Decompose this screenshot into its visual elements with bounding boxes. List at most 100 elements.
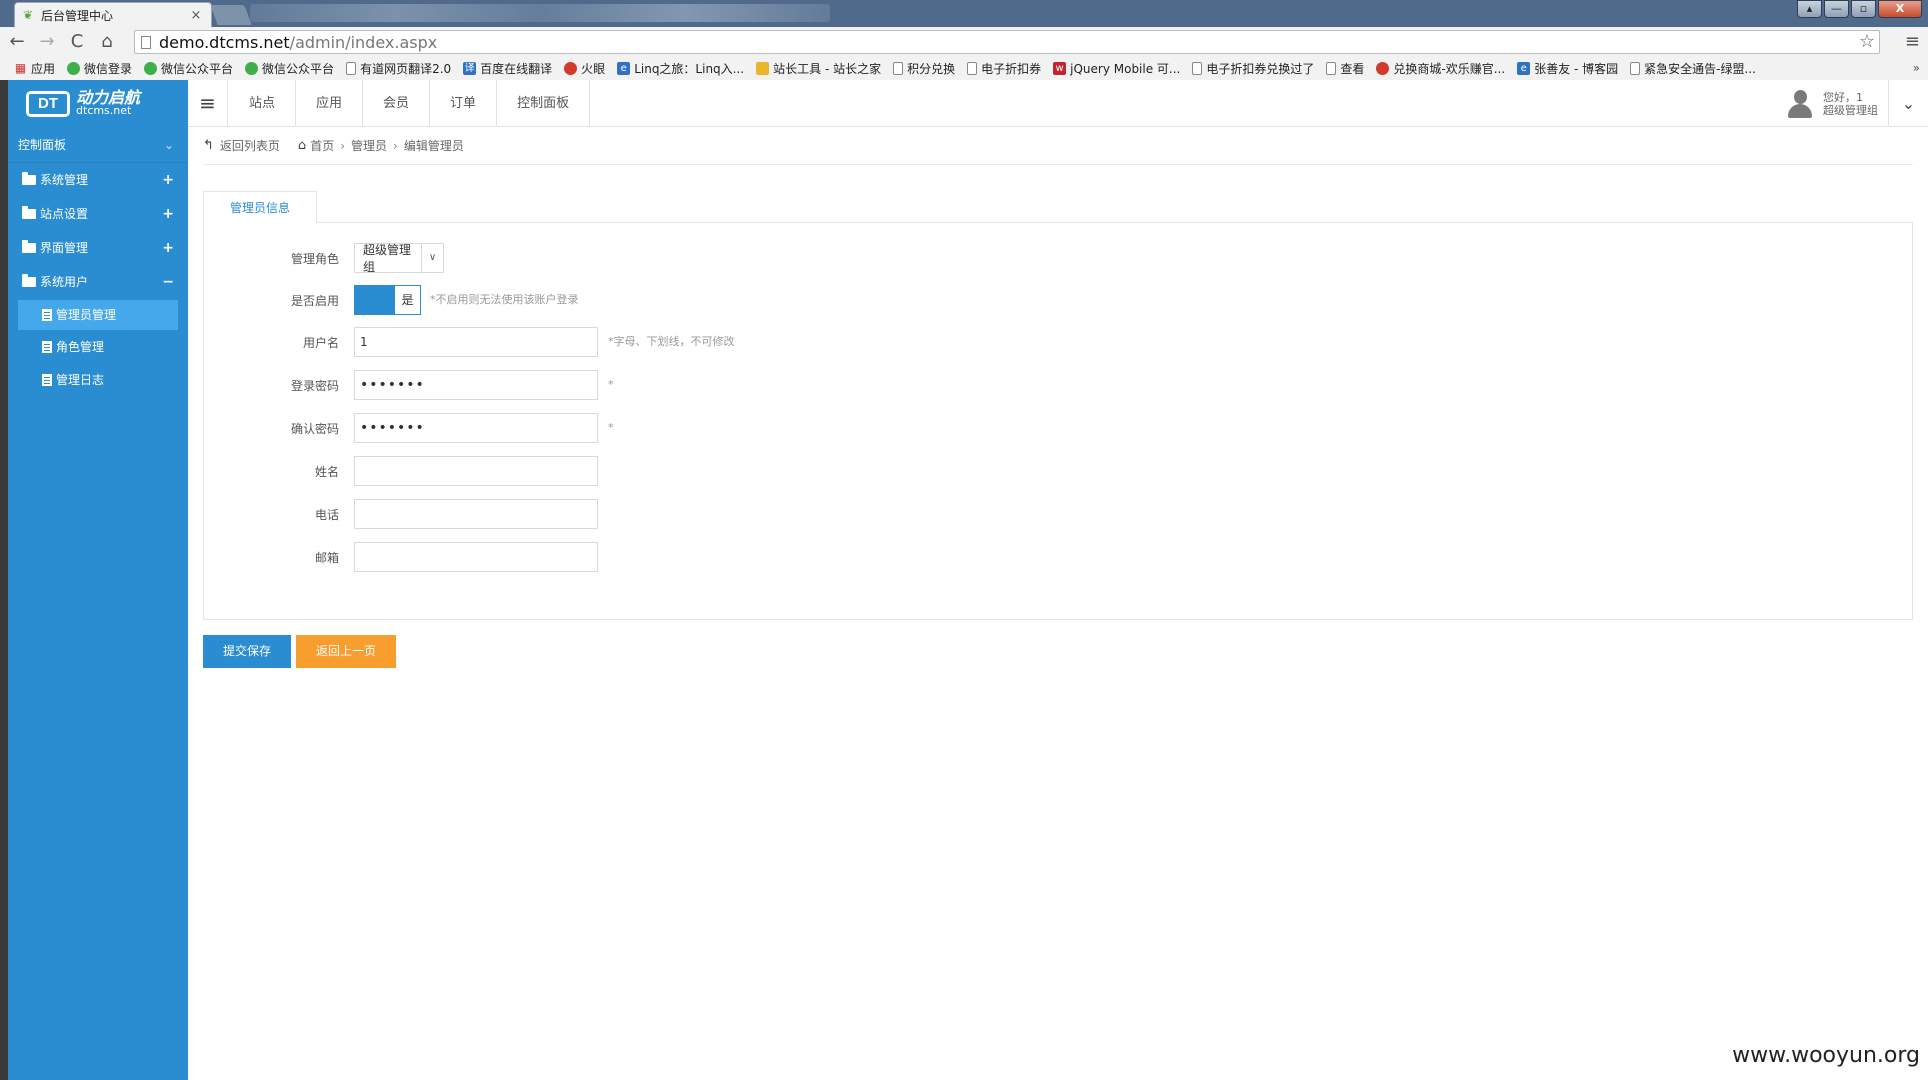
sidebar-group-users[interactable]: 系统用户 − xyxy=(8,265,188,299)
folder-icon xyxy=(22,172,36,185)
password-field[interactable]: ••••••• xyxy=(354,370,598,400)
bookmark-item[interactable]: e Linq之旅：Linq入... xyxy=(617,60,744,77)
bookmark-label: 电子折扣券兑换过了 xyxy=(1206,62,1315,76)
home-icon[interactable]: ⌂ xyxy=(94,29,120,55)
bookmark-item[interactable]: 微信公众平台 xyxy=(144,60,233,77)
confirm-password-tip: * xyxy=(608,421,614,434)
sidebar-group-interface[interactable]: 界面管理 + xyxy=(8,231,188,265)
bookmark-item[interactable]: 有道网页翻译2.0 xyxy=(346,60,451,77)
sidebar-item-role-manage[interactable]: 角色管理 xyxy=(8,331,188,363)
logo-en: dtcms.net xyxy=(76,103,132,117)
bookmark-item[interactable]: 微信公众平台 xyxy=(245,60,334,77)
sidebar-group-label: 站点设置 xyxy=(40,207,89,221)
top-nav: 站点 应用 会员 订单 控制面板 xyxy=(229,80,591,127)
role-select[interactable]: 超级管理组 ∨ xyxy=(354,243,444,274)
submit-button[interactable]: 提交保存 xyxy=(203,635,291,668)
bookmark-item[interactable]: 积分兑换 xyxy=(893,60,955,77)
sidebar-item-admin-manage[interactable]: 管理员管理 xyxy=(18,300,178,330)
email-field[interactable] xyxy=(354,542,598,572)
bookmark-item[interactable]: 站长工具 - 站长之家 xyxy=(756,60,881,77)
address-bar[interactable]: demo.dtcms.net/admin/index.aspx ☆ xyxy=(134,30,1880,54)
confirm-password-label: 确认密码 xyxy=(290,422,339,436)
bookmark-item[interactable]: 火眼 xyxy=(564,60,605,77)
close-tab-icon[interactable]: × xyxy=(189,8,203,23)
bookmarks-bar: ▦ 应用 微信登录 微信公众平台 微信公众平台 有道网页翻译2.0 译百度在线翻译… xyxy=(0,57,1928,80)
hamburger-menu-icon[interactable]: ≡ xyxy=(188,80,228,127)
bookmark-label: 火眼 xyxy=(581,62,606,76)
logo[interactable]: DT 动力启航 dtcms.net xyxy=(8,80,188,127)
window-up-button[interactable]: ▴ xyxy=(1797,0,1822,18)
new-tab-button[interactable] xyxy=(210,5,252,25)
apps-grid-icon: ▦ xyxy=(14,61,27,75)
sidebar-group-site[interactable]: 站点设置 + xyxy=(8,197,188,231)
bookmark-item[interactable]: 电子折扣券兑换过了 xyxy=(1192,60,1314,77)
bookmark-item[interactable]: 译百度在线翻译 xyxy=(463,60,552,77)
minimize-button[interactable]: — xyxy=(1824,0,1849,18)
form-actions: 提交保存 返回上一页 xyxy=(203,635,401,668)
back-button[interactable]: 返回上一页 xyxy=(296,635,396,668)
logo-cn: 动力启航 xyxy=(76,87,141,107)
breadcrumb-separator: › xyxy=(393,138,398,153)
top-nav-apps[interactable]: 应用 xyxy=(296,80,364,127)
bookmark-item[interactable]: 紧急安全通告-绿盟... xyxy=(1630,60,1756,77)
chevron-down-icon: ∨ xyxy=(421,244,443,272)
user-role: 超级管理组 xyxy=(1823,104,1878,117)
form-row-enabled: 是否启用 是 *不启用则无法使用该账户登录 xyxy=(204,285,1904,317)
top-nav-control-panel[interactable]: 控制面板 xyxy=(497,80,591,127)
page-icon xyxy=(1630,62,1641,75)
form-row-email: 邮箱 xyxy=(204,542,1904,574)
bookmark-item[interactable]: 兑换商城-欢乐赚官... xyxy=(1376,60,1505,77)
bookmark-label: 应用 xyxy=(31,62,56,76)
form-row-realname: 姓名 xyxy=(204,456,1904,488)
bookmark-item[interactable]: 电子折扣券 xyxy=(967,60,1041,77)
window-close-button[interactable]: X xyxy=(1878,0,1922,18)
toggle-label: 是 xyxy=(395,286,420,314)
bookmark-label: 有道网页翻译2.0 xyxy=(360,62,452,76)
breadcrumb-admin[interactable]: 管理员 xyxy=(351,137,387,154)
reload-icon[interactable]: C xyxy=(64,29,90,55)
phone-field[interactable] xyxy=(354,499,598,529)
realname-field[interactable] xyxy=(354,456,598,486)
bookmark-item[interactable]: 微信登录 xyxy=(67,60,132,77)
maximize-button[interactable]: ▫ xyxy=(1851,0,1876,18)
user-avatar-icon xyxy=(1787,90,1813,118)
username-field[interactable]: 1 xyxy=(354,327,598,357)
user-info[interactable]: 您好，1 超级管理组 xyxy=(1787,90,1878,118)
breadcrumb-home[interactable]: 首页 xyxy=(310,137,334,154)
bookmark-item[interactable]: e 张善友 - 博客园 xyxy=(1517,60,1618,77)
expand-icon: + xyxy=(162,206,174,222)
bookmark-apps[interactable]: ▦ 应用 xyxy=(14,60,55,77)
sidebar-item-admin-log[interactable]: 管理日志 xyxy=(8,364,188,396)
admin-form: 管理角色 超级管理组 ∨ 是否启用 是 *不启用则无法使用该账户登录 用户名 1… xyxy=(203,223,1913,620)
browser-tab-active[interactable]: ❦ 后台管理中心 × xyxy=(14,2,212,27)
forward-arrow-icon[interactable]: → xyxy=(34,29,60,55)
bookmark-star-icon[interactable]: ☆ xyxy=(1859,31,1875,53)
top-nav-site[interactable]: 站点 xyxy=(229,80,297,127)
bookmark-label: 积分兑换 xyxy=(907,62,956,76)
enabled-toggle[interactable]: 是 xyxy=(354,285,421,315)
top-nav-orders[interactable]: 订单 xyxy=(430,80,498,127)
chevron-down-icon[interactable]: ⌄ xyxy=(1888,80,1928,127)
browser-menu-icon[interactable]: ≡ xyxy=(1905,30,1920,54)
return-arrow-icon[interactable]: ↰ xyxy=(203,138,214,153)
tab-admin-info[interactable]: 管理员信息 xyxy=(203,191,318,224)
enabled-label: 是否启用 xyxy=(290,294,339,308)
top-nav-members[interactable]: 会员 xyxy=(363,80,431,127)
document-icon xyxy=(42,309,52,321)
role-select-value: 超级管理组 xyxy=(363,243,412,274)
form-row-password: 登录密码 ••••••• * xyxy=(204,370,1904,402)
confirm-password-field[interactable]: ••••••• xyxy=(354,413,598,443)
bookmark-label: 查看 xyxy=(1340,62,1365,76)
bookmark-item[interactable]: w jQuery Mobile 可... xyxy=(1053,60,1180,77)
collapse-icon: − xyxy=(162,274,174,290)
user-greeting: 您好，1 xyxy=(1823,91,1863,104)
sidebar-group-system[interactable]: 系统管理 + xyxy=(8,163,188,197)
bookmark-item[interactable]: 查看 xyxy=(1326,60,1364,77)
back-arrow-icon[interactable]: ← xyxy=(4,29,30,55)
fire-eye-icon xyxy=(564,62,578,75)
main-content: ↰ 返回列表页 ⌂ 首页 › 管理员 › 编辑管理员 管理员信息 管理角色 超级… xyxy=(188,127,1928,1080)
bookmarks-overflow-icon[interactable]: » xyxy=(1913,57,1920,80)
breadcrumb-back-link[interactable]: 返回列表页 xyxy=(220,137,280,154)
sidebar-title[interactable]: 控制面板 ⌄ xyxy=(8,127,188,163)
background-tab-blurred[interactable] xyxy=(250,4,830,22)
